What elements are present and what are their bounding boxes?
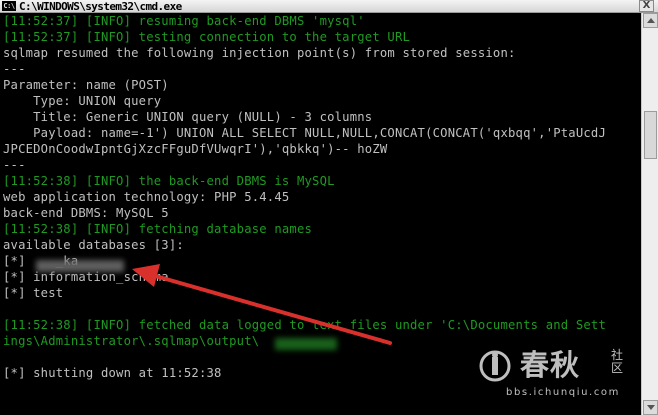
arrow-down-icon — [647, 405, 655, 410]
watermark: 春秋 社区 bbs.ichunqiu.com — [478, 348, 641, 409]
window-title: C:\WINDOWS\system32\cmd.exe — [19, 0, 182, 13]
watermark-site: bbs.ichunqiu.com — [506, 387, 620, 398]
window-titlebar[interactable]: C:\ C:\WINDOWS\system32\cmd.exe X — [0, 0, 658, 13]
watermark-name: 春秋 — [520, 348, 581, 382]
scrollbar-thumb[interactable] — [644, 111, 657, 159]
scroll-down-button[interactable] — [643, 400, 658, 415]
cmd-app-icon: C:\ — [2, 1, 16, 11]
watermark-tag: 社区 — [611, 348, 624, 375]
vertical-scrollbar[interactable] — [641, 13, 658, 415]
ichunqiu-logo-icon — [479, 350, 511, 382]
console-output[interactable]: [11:52:37] [INFO] resuming back-end DBMS… — [0, 13, 641, 415]
arrow-up-icon — [647, 18, 655, 23]
close-button[interactable]: X — [639, 0, 654, 12]
scroll-up-button[interactable] — [643, 13, 658, 28]
